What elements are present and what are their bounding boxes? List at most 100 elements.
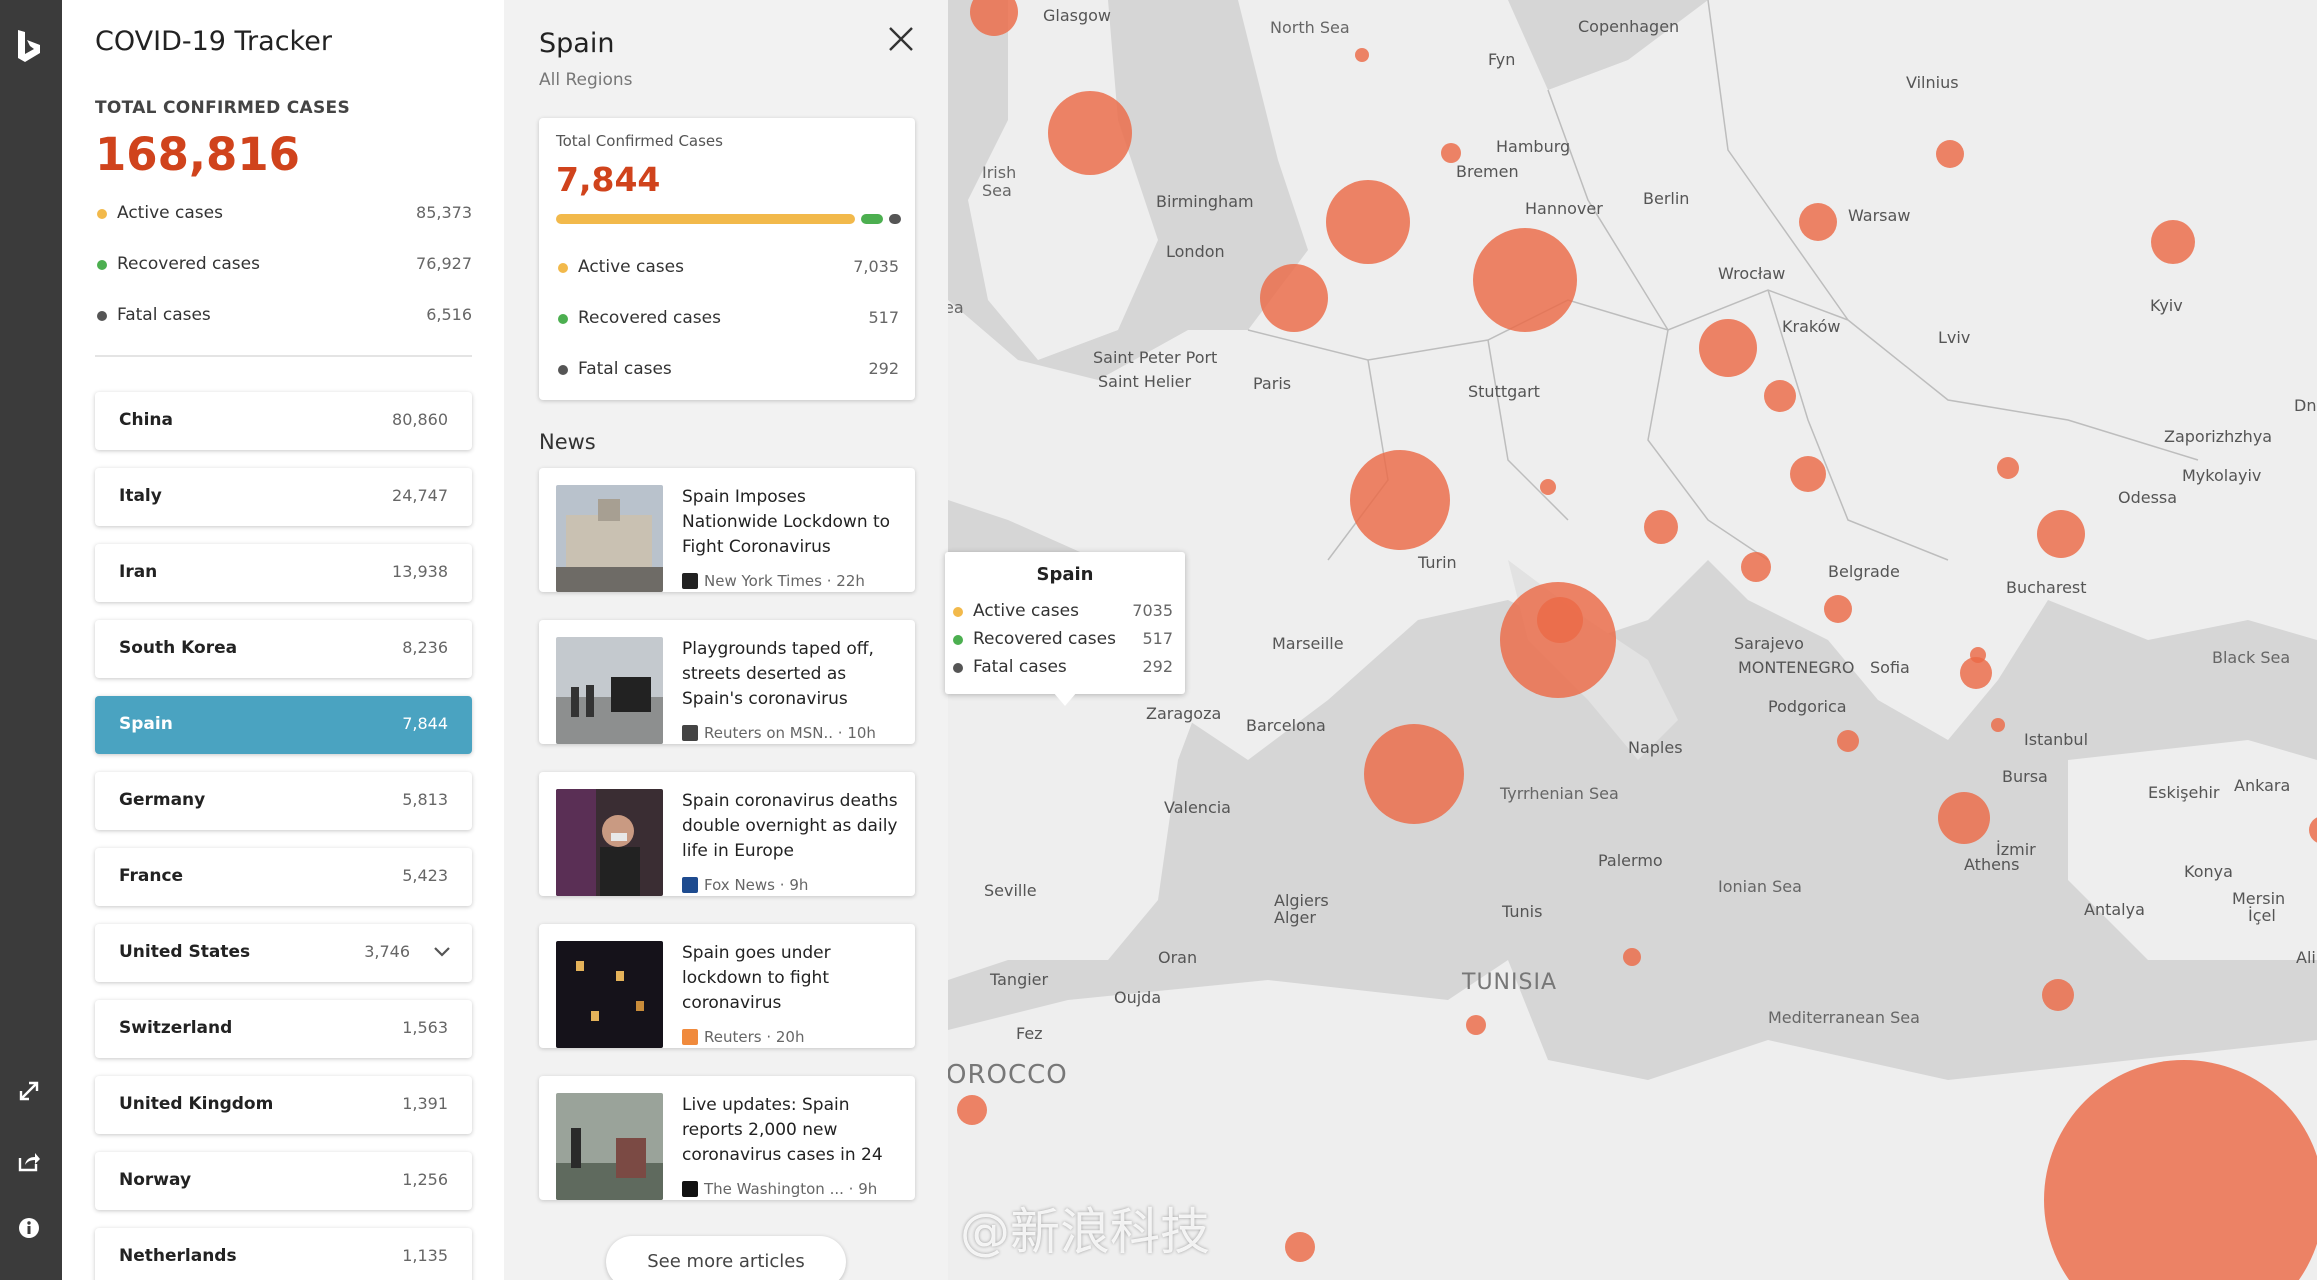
country-value: 80,860 [392,410,448,429]
country-item-iran[interactable]: Iran 13,938 [95,544,472,602]
city-label: Stuttgart [1468,382,1540,401]
washington-post-logo-icon [682,1181,698,1197]
city-label: Turin [1418,553,1457,572]
country-item-switzerland[interactable]: Switzerland 1,563 [95,1000,472,1058]
country-value: 3,746 [364,942,410,961]
case-bubble[interactable] [1790,456,1826,492]
tooltip-label: Fatal cases [973,657,1067,677]
fatal-dot-icon [558,365,568,375]
news-source: Fox News [704,876,775,894]
watermark: @新浪科技 [960,1203,1210,1261]
case-bubble[interactable] [1048,91,1132,175]
see-more-articles-button[interactable]: See more articles [606,1236,846,1280]
country-name: Netherlands [119,1246,237,1266]
country-item-italy[interactable]: Italy 24,747 [95,468,472,526]
city-label: Kyiv [2150,296,2183,315]
case-bubble[interactable] [1644,510,1678,544]
case-bubble[interactable] [1991,718,2005,732]
case-bubble[interactable] [1799,203,1837,241]
case-bubble[interactable] [2044,1060,2317,1280]
case-bubble[interactable] [1326,180,1410,264]
sea-label: Irish Sea [982,163,1017,200]
country-name: United Kingdom [119,1094,274,1114]
case-bubble[interactable] [1540,479,1556,495]
news-card[interactable]: Spain Imposes Nationwide Lockdown to Fig… [539,468,915,592]
news-age: 9h [858,1180,878,1198]
expand-icon[interactable] [12,1074,46,1108]
case-bubble[interactable] [1741,552,1771,582]
tooltip-value: 517 [1142,629,1173,648]
legend-label: Active cases [578,257,684,277]
close-icon[interactable] [884,22,918,56]
active-dot-icon [558,263,568,273]
news-card[interactable]: Spain coronavirus deaths double overnigh… [539,772,915,896]
news-card[interactable]: Playgrounds taped off, streets deserted … [539,620,915,744]
tooltip-label: Active cases [973,601,1079,621]
city-label: Bremen [1456,162,1519,181]
case-bubble[interactable] [970,0,1018,36]
info-icon[interactable] [12,1211,46,1245]
case-bubble[interactable] [2037,510,2085,558]
chevron-down-icon[interactable] [432,942,452,962]
country-item-south-korea[interactable]: South Korea 8,236 [95,620,472,678]
recovered-dot-icon [953,635,963,645]
case-bubble[interactable] [2309,816,2317,844]
news-source: Reuters on MSN.. [704,724,834,742]
app-rail [0,0,62,1280]
case-bubble[interactable] [1764,380,1796,412]
bing-logo-icon[interactable] [12,26,46,66]
country-item-france[interactable]: France 5,423 [95,848,472,906]
case-bubble[interactable] [1260,264,1328,332]
case-bubble[interactable] [1537,597,1583,643]
legend-label: Fatal cases [578,359,672,379]
case-bubble[interactable] [1997,457,2019,479]
fatal-dot-icon [953,663,963,673]
case-bubble[interactable] [1355,48,1369,62]
case-bubble[interactable] [2151,220,2195,264]
share-icon[interactable] [12,1144,46,1178]
country-item-norway[interactable]: Norway 1,256 [95,1152,472,1210]
bar-segment [861,214,883,224]
sea-label: Mediterranean Sea [1768,1008,1920,1027]
tooltip-row-fatal: Fatal cases 292 [951,654,1173,684]
case-bubble[interactable] [1364,724,1464,824]
case-bubble[interactable] [1350,450,1450,550]
news-thumbnail [556,941,663,1048]
case-bubble[interactable] [1938,792,1990,844]
city-label: Saint Helier [1098,372,1192,391]
case-bubble[interactable] [1936,140,1964,168]
country-item-netherlands[interactable]: Netherlands 1,135 [95,1228,472,1280]
sea-label: ea [948,298,964,317]
country-item-spain[interactable]: Spain 7,844 [95,696,472,754]
country-item-united-kingdom[interactable]: United Kingdom 1,391 [95,1076,472,1134]
news-card[interactable]: Spain goes under lockdown to fight coron… [539,924,915,1048]
divider [95,355,472,357]
tooltip-value: 7035 [1132,601,1173,620]
case-bubble[interactable] [957,1095,987,1125]
news-source: Reuters [704,1028,762,1046]
tooltip-row-recovered: Recovered cases 517 [951,626,1173,656]
city-label: Eskişehir [2148,783,2220,802]
case-bubble[interactable] [1824,595,1852,623]
news-headline: Spain Imposes Nationwide Lockdown to Fig… [682,487,891,557]
country-item-china[interactable]: China 80,860 [95,392,472,450]
card-legend-fatal: Fatal cases 292 [556,356,899,386]
case-bubble[interactable] [1441,143,1461,163]
city-label: Vilnius [1906,73,1959,92]
case-bubble[interactable] [1837,730,1859,752]
country-item-united-states[interactable]: United States 3,746 [95,924,472,982]
case-bubble[interactable] [1285,1232,1315,1262]
news-card[interactable]: Live updates: Spain reports 2,000 new co… [539,1076,915,1200]
case-bubble[interactable] [1699,319,1757,377]
case-bubble[interactable] [1960,657,1992,689]
news-heading: News [539,430,596,454]
case-bubble[interactable] [1473,228,1577,332]
city-label: Odessa [2118,488,2178,507]
case-bubble[interactable] [1466,1015,1486,1035]
case-bubble[interactable] [1623,948,1641,966]
country-item-germany[interactable]: Germany 5,813 [95,772,472,830]
city-label: Wrocław [1718,264,1786,283]
city-label: Zaporizhzhya [2164,427,2273,446]
case-bubble[interactable] [2042,979,2074,1011]
tracker-panel: COVID-19 Tracker TOTAL CONFIRMED CASES 1… [62,0,504,1280]
